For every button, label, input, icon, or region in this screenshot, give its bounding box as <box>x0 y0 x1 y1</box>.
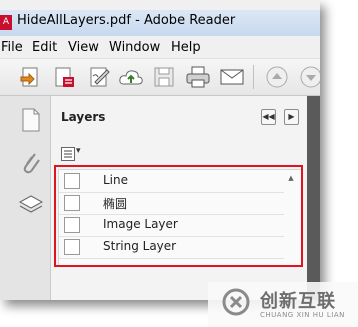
toolbar <box>0 59 320 96</box>
menu-help[interactable]: Help <box>171 40 201 55</box>
layers-icon[interactable] <box>18 188 44 216</box>
panel-title: Layers <box>61 110 106 124</box>
previous-page-icon[interactable] <box>264 64 290 90</box>
pages-icon[interactable] <box>18 106 44 134</box>
open-icon[interactable] <box>18 64 44 90</box>
dropdown-arrow-icon: ▾ <box>76 146 81 156</box>
double-left-arrow-icon: ◀◀ <box>262 112 275 121</box>
navigation-rail <box>0 96 51 300</box>
save-icon[interactable] <box>151 64 177 90</box>
adobe-reader-window: A HideAllLayers.pdf - Adobe Reader File … <box>0 0 320 300</box>
menu-bar: File Edit View Window Help <box>0 36 320 59</box>
right-arrow-icon: ▶ <box>288 112 295 121</box>
layer-options-button[interactable]: ▾ <box>61 146 85 162</box>
title-bar: A HideAllLayers.pdf - Adobe Reader <box>0 10 320 36</box>
create-pdf-icon[interactable] <box>51 64 77 90</box>
upload-icon[interactable] <box>118 64 144 90</box>
print-icon[interactable] <box>185 64 211 90</box>
document-area-edge <box>307 96 320 300</box>
watermark: 创新互联 CHUANG XIN HU LIAN <box>208 282 358 327</box>
menu-edit[interactable]: Edit <box>32 40 57 55</box>
attachments-icon[interactable] <box>18 148 44 176</box>
adobe-reader-app-icon: A <box>0 15 12 30</box>
next-page-icon[interactable] <box>298 64 320 90</box>
panel-arrow-button[interactable]: ▶ <box>284 109 299 125</box>
collapse-panel-button[interactable]: ◀◀ <box>261 109 276 125</box>
highlight-box <box>54 165 303 267</box>
menu-window[interactable]: Window <box>109 40 160 55</box>
sign-icon[interactable] <box>87 64 113 90</box>
options-menu-icon <box>61 147 75 161</box>
window-title: HideAllLayers.pdf - Adobe Reader <box>17 13 236 28</box>
watermark-text: 创新互联 <box>260 291 336 312</box>
menu-view[interactable]: View <box>68 40 99 55</box>
watermark-subtitle: CHUANG XIN HU LIAN <box>260 311 345 319</box>
menu-file[interactable]: File <box>1 40 23 55</box>
email-icon[interactable] <box>219 64 245 90</box>
brand-logo-icon <box>222 288 250 316</box>
toolbar-separator <box>253 65 254 89</box>
